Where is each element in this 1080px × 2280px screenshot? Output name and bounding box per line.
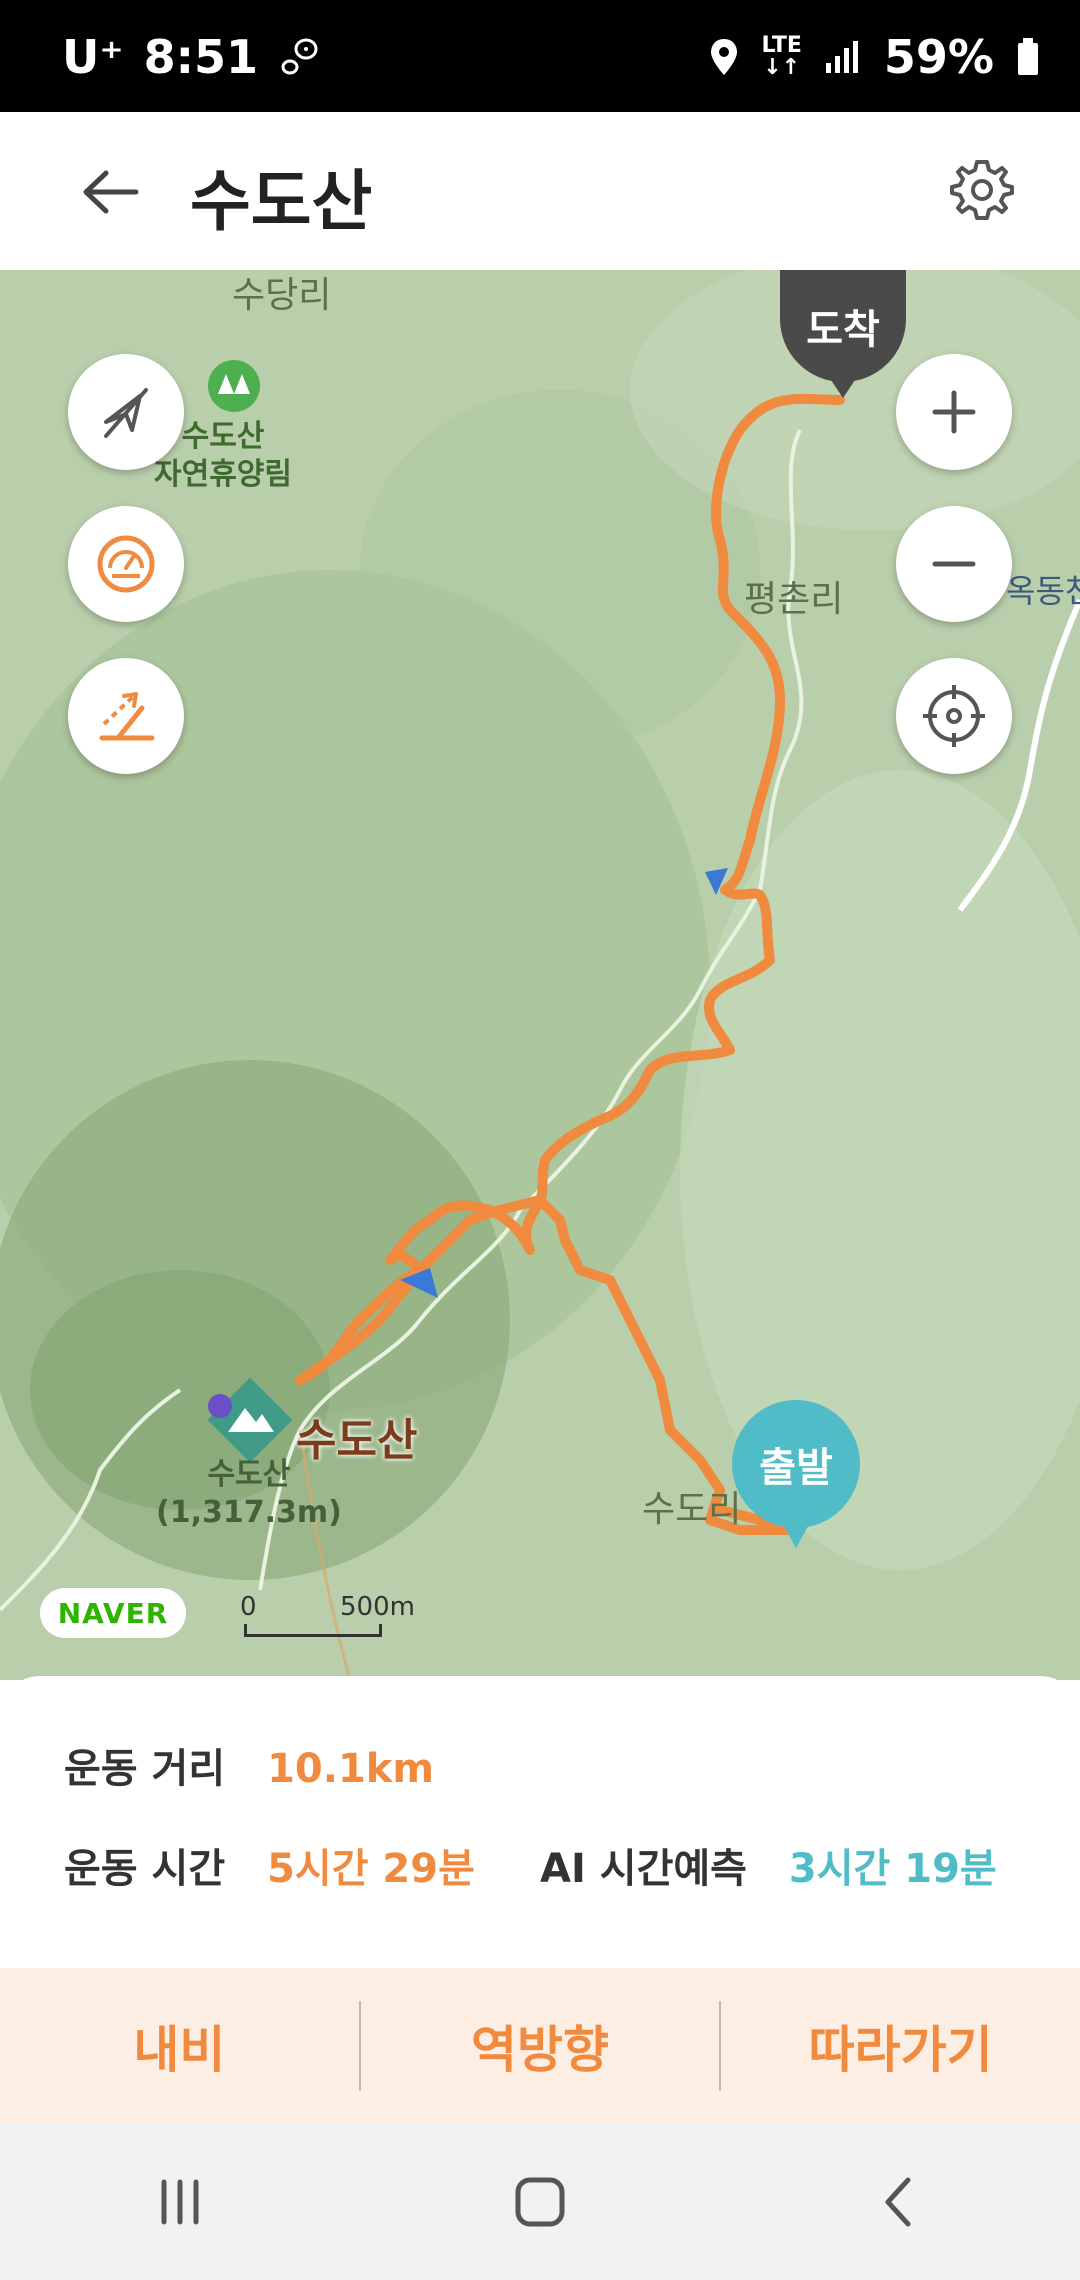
speed-button[interactable] — [68, 506, 184, 622]
summit-dot-icon — [208, 1394, 232, 1418]
time-row: 운동 시간 5시간 29분 — [64, 1836, 475, 1894]
time-value: 5시간 29분 — [267, 1846, 475, 1892]
clock: 8:51 — [143, 30, 259, 84]
zoom-out-button[interactable] — [896, 506, 1012, 622]
location-pin-icon — [711, 39, 738, 75]
start-marker[interactable]: 출발 — [732, 1400, 862, 1560]
speedometer-icon — [97, 535, 155, 593]
naver-logo: NAVER — [40, 1588, 186, 1638]
ai-value: 3시간 19분 — [788, 1846, 997, 1892]
label-sudo-ri: 수도리 — [642, 1489, 742, 1530]
distance-value: 10.1km — [267, 1746, 435, 1792]
reverse-button[interactable]: 역방향 — [361, 1968, 720, 2124]
settings-button[interactable] — [944, 152, 1020, 228]
forest-poi-icon — [208, 360, 260, 412]
back-arrow-icon — [83, 170, 139, 214]
arrival-marker[interactable]: 도착 — [780, 270, 906, 400]
time-label: 운동 시간 — [64, 1846, 226, 1892]
follow-button[interactable]: 따라가기 — [721, 1968, 1080, 2124]
battery-percent: 59% — [883, 30, 994, 84]
chevron-left-icon — [885, 2177, 911, 2227]
back-button[interactable] — [72, 154, 148, 230]
signal-icon — [825, 41, 858, 73]
system-back-button[interactable] — [840, 2142, 960, 2262]
ai-prediction-row: AI 시간예측 3시간 19분 — [540, 1836, 997, 1894]
zoom-in-button[interactable] — [896, 354, 1012, 470]
recent-apps-button[interactable] — [120, 2142, 240, 2262]
network-indicator: LTE ↓↑ — [761, 33, 802, 80]
label-mountain: 수도산 — [296, 1415, 418, 1466]
stats-sheet: 운동 거리 10.1km 운동 시간 5시간 29분 AI 시간예측 3시간 1… — [0, 1676, 1080, 1968]
app-header: 수도산 — [0, 112, 1080, 272]
slope-button[interactable] — [68, 658, 184, 774]
label-okdong: 옥동천 — [1006, 572, 1080, 610]
ai-label: AI 시간예측 — [540, 1846, 747, 1892]
recent-apps-icon — [161, 2179, 199, 2225]
compass-off-icon — [104, 388, 148, 438]
crosshair-icon — [923, 685, 985, 747]
current-location-button[interactable] — [896, 658, 1012, 774]
slope-icon — [99, 692, 155, 741]
walking-shoe-icon — [281, 38, 318, 75]
system-nav-bar — [0, 2124, 1080, 2280]
plus-icon — [932, 390, 976, 434]
distance-label: 운동 거리 — [64, 1746, 226, 1792]
action-bar: 내비 역방향 따라가기 — [0, 1968, 1080, 2124]
label-sudang-ri: 수당리 — [232, 275, 332, 316]
rotate-lock-button[interactable] — [68, 354, 184, 470]
home-icon — [515, 2177, 565, 2227]
carrier-label: U⁺ — [62, 30, 124, 84]
navi-button[interactable]: 내비 — [0, 1968, 359, 2124]
distance-row: 운동 거리 10.1km — [64, 1736, 434, 1794]
home-button[interactable] — [480, 2142, 600, 2262]
minus-icon — [932, 561, 976, 567]
status-bar: U⁺ 8:51 LTE ↓↑ 59% — [0, 0, 1080, 112]
page-title: 수도산 — [190, 163, 373, 240]
trail-map[interactable]: 수당리 평촌리 옥동천 수도리 수도산 자연휴양림 수도산 (1,317.3m)… — [0, 270, 1080, 1680]
label-pyeongchon-ri: 평촌리 — [744, 579, 844, 620]
gear-icon — [950, 160, 1014, 220]
map-scale: 0 500m — [240, 1592, 420, 1640]
battery-icon — [1018, 38, 1038, 75]
